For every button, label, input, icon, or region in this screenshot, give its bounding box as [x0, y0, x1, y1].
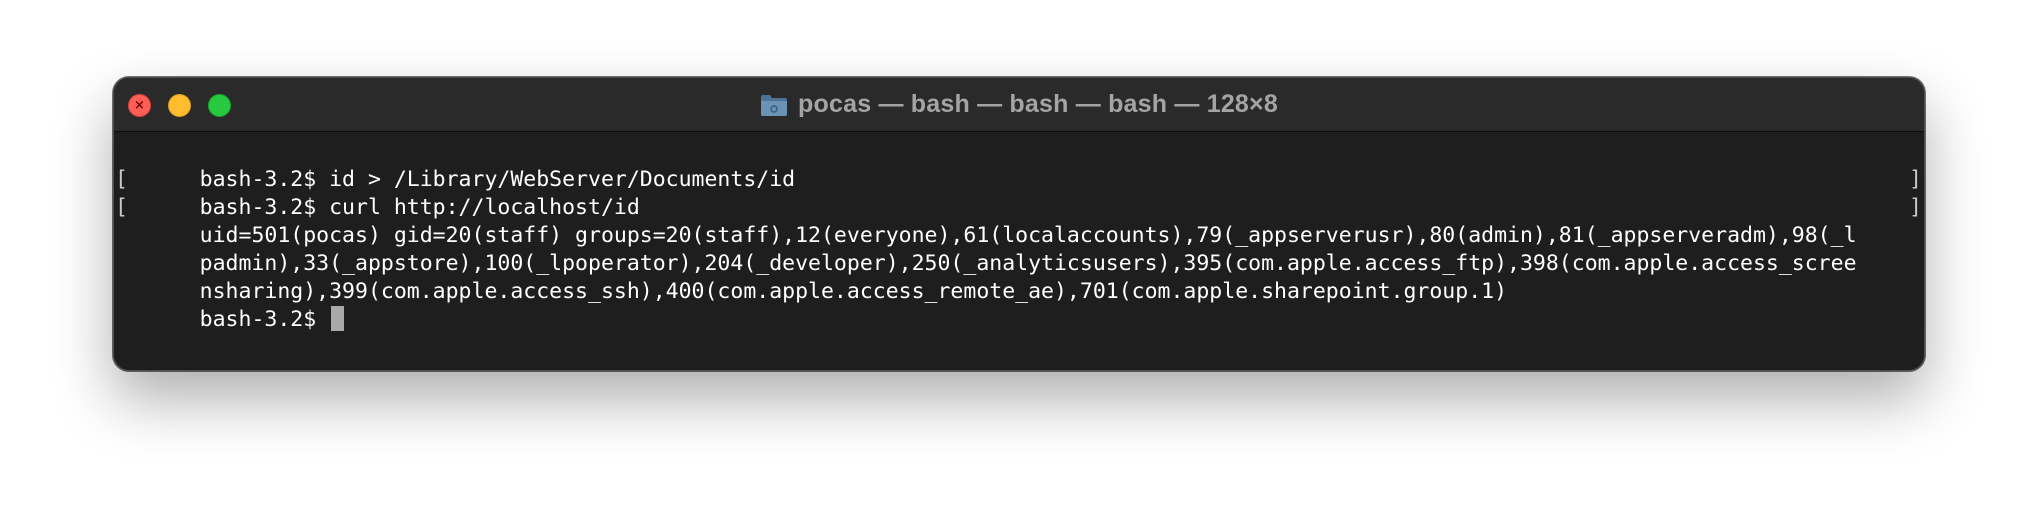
- terminal-line: [bash-3.2$ curl http://localhost/id]: [115, 166, 1924, 220]
- title-text: pocas — bash — bash — bash — 128×8: [798, 90, 1278, 118]
- folder-icon: [760, 93, 788, 117]
- terminal-line: uid=501(pocas) gid=20(staff) groups=20(s…: [122, 194, 1924, 248]
- terminal-content[interactable]: [bash-3.2$ id > /Library/WebServer/Docum…: [114, 132, 1924, 370]
- title-bar[interactable]: × pocas — bash — bash — bash — 128×8: [114, 78, 1924, 132]
- terminal-line: [bash-3.2$ id > /Library/WebServer/Docum…: [115, 138, 1924, 192]
- prompt-text: bash-3.2$: [199, 307, 330, 332]
- terminal-line: padmin),33(_appstore),100(_lpoperator),2…: [122, 222, 1924, 276]
- terminal-line: nsharing),399(com.apple.access_ssh),400(…: [122, 250, 1924, 304]
- terminal-window: × pocas — bash — bash — bash — 128×8 [ba…: [113, 77, 1925, 371]
- prompt-line[interactable]: bash-3.2$: [122, 278, 1924, 332]
- text-cursor: [331, 306, 345, 331]
- window-title: pocas — bash — bash — bash — 128×8: [114, 78, 1924, 131]
